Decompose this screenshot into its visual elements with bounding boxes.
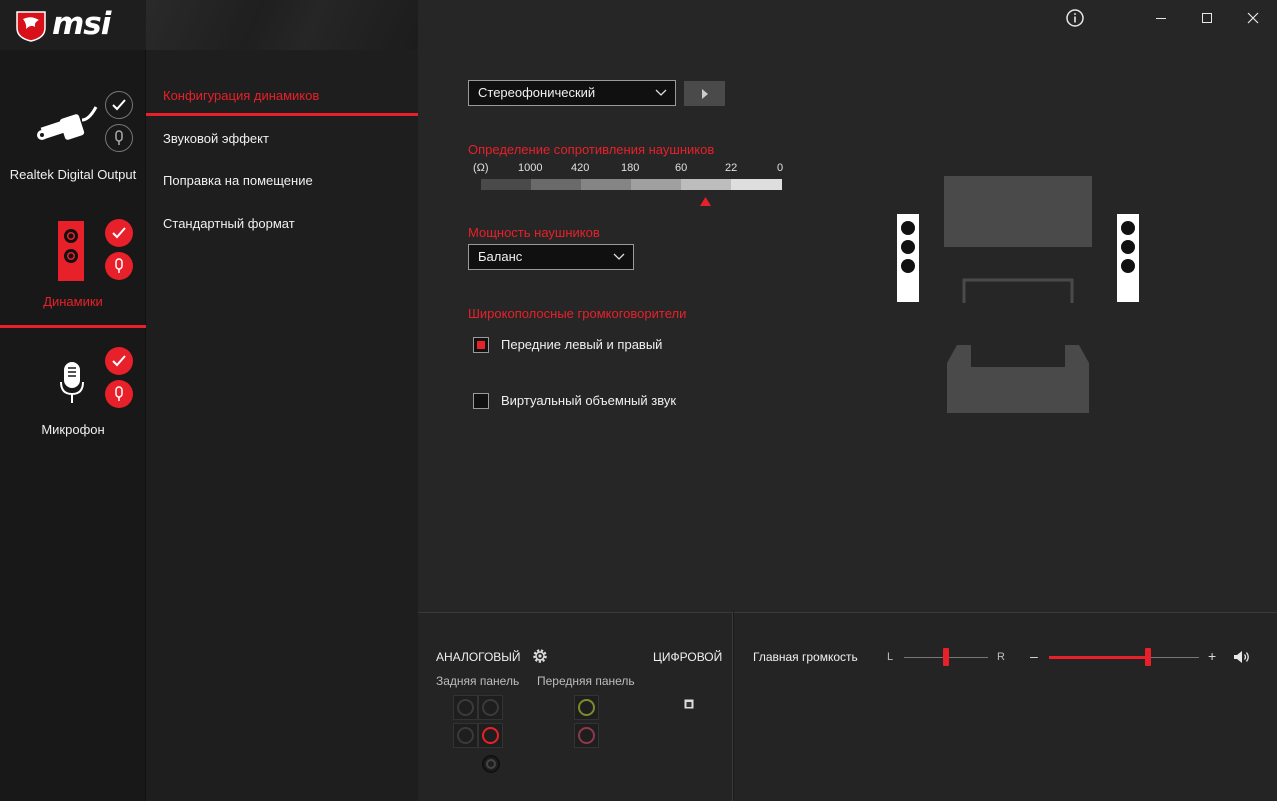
test-play-button[interactable] <box>684 81 725 106</box>
device-speakers[interactable]: Динамики <box>0 210 146 328</box>
device-label: Динамики <box>43 294 103 309</box>
virtual-surround-label: Виртуальный объемный звук <box>501 393 677 408</box>
brand-logo: msi <box>0 0 146 50</box>
sub-navigation <box>146 0 418 801</box>
speaker-mode-value: Стереофонический <box>478 85 596 100</box>
close-icon <box>1247 12 1259 24</box>
device-microphone[interactable]: Микрофон <box>0 340 146 450</box>
active-device-indicator <box>0 325 146 328</box>
impedance-marker-icon <box>700 197 711 206</box>
speaker-icon <box>58 221 84 281</box>
tab-speaker-config[interactable]: Конфигурация динамиков <box>163 88 319 103</box>
front-panel-label: Передняя панель <box>537 674 635 688</box>
volume-slider-thumb[interactable] <box>1145 648 1151 666</box>
front-jack-headphone[interactable] <box>574 695 599 720</box>
table-shape <box>962 278 1074 303</box>
master-volume-label: Главная громкость <box>753 650 858 664</box>
brand-name: msi <box>52 6 111 42</box>
left-speaker <box>897 214 919 302</box>
check-red-icon <box>105 219 133 247</box>
analog-label: АНАЛОГОВЫЙ <box>436 650 521 664</box>
headphone-power-title: Мощность наушников <box>468 225 600 240</box>
rear-jack[interactable] <box>453 695 478 720</box>
rear-jack[interactable] <box>453 723 478 748</box>
tv-screen <box>944 176 1092 247</box>
impedance-title: Определение сопротивления наушников <box>468 142 715 157</box>
impedance-tick: 420 <box>571 162 590 174</box>
check-outline-icon <box>105 91 133 119</box>
fullrange-front-checkbox[interactable] <box>473 337 489 353</box>
play-icon <box>701 88 708 99</box>
rear-panel-label: Задняя панель <box>436 674 520 688</box>
headphone-power-select[interactable]: Баланс <box>468 244 634 270</box>
headphone-power-value: Баланс <box>478 249 523 264</box>
sofa-shape <box>947 345 1089 413</box>
impedance-tick: 22 <box>725 162 738 174</box>
impedance-unit: (Ω) <box>473 162 489 174</box>
virtual-surround-checkbox[interactable] <box>473 393 489 409</box>
rear-jack-active[interactable] <box>478 723 503 748</box>
digital-label: ЦИФРОВОЙ <box>653 650 723 664</box>
mic-outline-icon <box>105 124 133 152</box>
chevron-down-icon <box>655 89 667 96</box>
volume-panel <box>734 612 1277 801</box>
info-button[interactable] <box>1063 6 1087 30</box>
rear-jack-optical[interactable] <box>482 755 500 773</box>
maximize-icon <box>1202 13 1212 23</box>
balance-right-label: R <box>997 651 1005 663</box>
info-icon <box>1066 9 1084 27</box>
digital-output-plug-icon <box>37 106 98 140</box>
device-digital-output[interactable]: Realtek Digital Output <box>0 60 146 190</box>
impedance-tick: 60 <box>675 162 688 174</box>
front-jack-mic[interactable] <box>574 723 599 748</box>
balance-slider-thumb[interactable] <box>943 648 949 666</box>
mic-red-icon <box>105 252 133 280</box>
gear-icon[interactable] <box>531 647 549 665</box>
volume-icon[interactable] <box>1233 650 1251 664</box>
tab-sound-effect[interactable]: Звуковой эффект <box>163 131 269 146</box>
speaker-mode-select[interactable]: Стереофонический <box>468 80 676 106</box>
tab-default-format[interactable]: Стандартный формат <box>163 216 295 231</box>
microphone-icon <box>60 362 84 403</box>
rear-jack[interactable] <box>478 695 503 720</box>
check-red-icon <box>105 347 133 375</box>
minimize-icon <box>1156 18 1166 19</box>
chevron-down-icon <box>613 253 625 260</box>
impedance-tick: 1000 <box>518 162 543 174</box>
balance-left-label: L <box>887 651 894 663</box>
title-strip <box>146 0 418 50</box>
volume-minus[interactable]: – <box>1030 648 1038 664</box>
impedance-tick: 0 <box>777 162 784 174</box>
right-speaker <box>1117 214 1139 302</box>
active-tab-indicator <box>146 113 418 116</box>
device-label: Realtek Digital Output <box>9 167 137 182</box>
volume-plus[interactable]: + <box>1208 648 1216 664</box>
impedance-tick: 180 <box>621 162 640 174</box>
volume-slider-fill <box>1049 656 1148 659</box>
mic-red-icon <box>105 380 133 408</box>
maximize-button[interactable] <box>1195 6 1219 30</box>
device-label: Микрофон <box>41 422 105 437</box>
tab-room-correction[interactable]: Поправка на помещение <box>163 173 313 188</box>
digital-spdif-icon[interactable] <box>684 699 694 709</box>
minimize-button[interactable] <box>1149 6 1173 30</box>
fullrange-title: Широкополосные громкоговорители <box>468 306 687 321</box>
close-button[interactable] <box>1241 6 1265 30</box>
fullrange-front-label: Передние левый и правый <box>501 337 663 352</box>
dragon-shield-icon <box>16 11 46 42</box>
